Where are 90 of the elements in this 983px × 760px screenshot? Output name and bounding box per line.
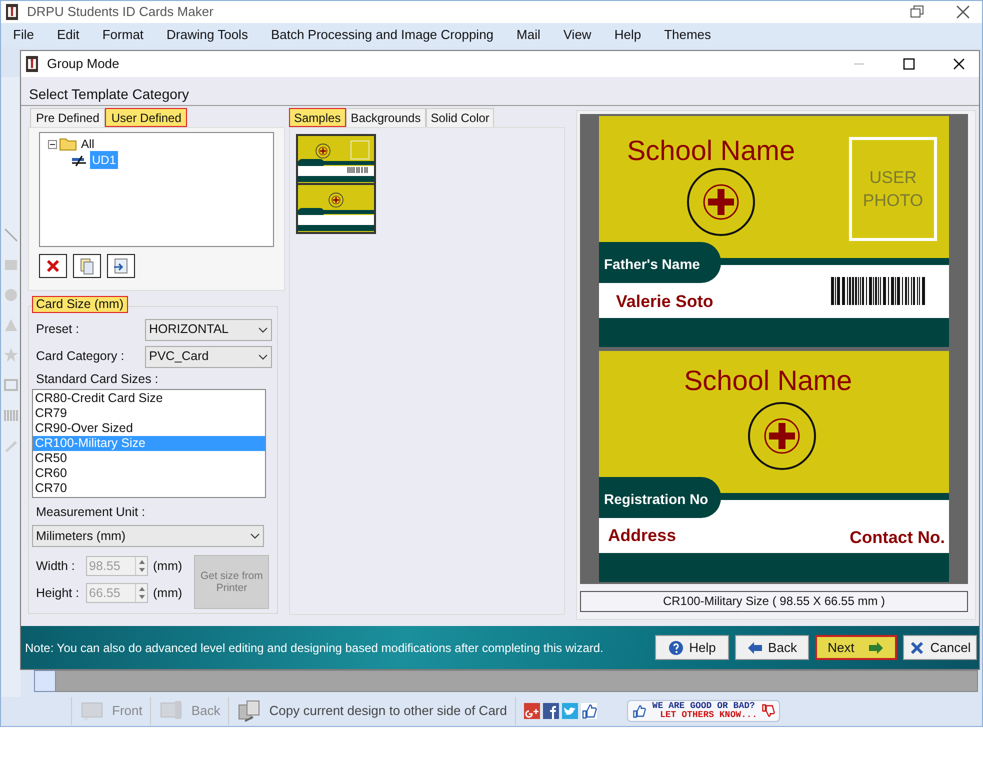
- chevron-down-icon: [250, 533, 260, 539]
- cross-logo-icon: [747, 401, 817, 471]
- card-design-icon: [70, 153, 88, 167]
- export-button[interactable]: [107, 254, 135, 278]
- menu-item[interactable]: Batch Processing and Image Cropping: [270, 25, 494, 45]
- next-button[interactable]: Next: [815, 635, 897, 660]
- cancel-button[interactable]: Cancel: [903, 635, 977, 660]
- menu-item[interactable]: Help: [614, 25, 642, 45]
- menu-item[interactable]: File: [13, 25, 34, 45]
- field-label: Width :: [36, 558, 76, 575]
- dialog-title: Group Mode: [47, 55, 120, 74]
- student-name: Valerie Soto: [616, 291, 714, 313]
- menu-item[interactable]: Mail: [516, 25, 540, 45]
- field-label: Preset :: [36, 321, 80, 338]
- chevron-down-icon: [258, 354, 268, 360]
- template-thumbnail[interactable]: [296, 134, 376, 234]
- menu-item[interactable]: Drawing Tools: [166, 25, 248, 45]
- card-field-label: Registration No: [604, 490, 708, 509]
- close-icon: [909, 640, 926, 656]
- school-name: School Name: [627, 134, 796, 168]
- cross-logo-icon: [686, 167, 756, 237]
- field-label: Measurement Unit :: [36, 504, 146, 519]
- close-icon[interactable]: [956, 5, 970, 19]
- spinner-icon: [135, 557, 147, 575]
- collapse-icon[interactable]: [48, 140, 57, 148]
- dropdown[interactable]: HORIZONTAL: [145, 318, 272, 340]
- section-heading: Select Template Category: [28, 85, 190, 104]
- field-label: Standard Card Sizes :: [36, 371, 160, 387]
- dialog-icon: [25, 56, 39, 72]
- dropdown[interactable]: Milimeters (mm): [32, 525, 264, 547]
- menu-item[interactable]: Themes: [664, 25, 712, 45]
- delete-icon: [44, 257, 62, 275]
- category-tab[interactable]: Pre Defined: [30, 108, 106, 127]
- template-tab[interactable]: Backgrounds: [346, 108, 426, 127]
- list-item[interactable]: CR79: [33, 406, 265, 421]
- spinner-icon: [135, 584, 147, 602]
- contact-label: Contact No.: [850, 527, 945, 549]
- back-button[interactable]: Back: [735, 635, 809, 660]
- maximize-icon[interactable]: [903, 58, 915, 70]
- list-item[interactable]: CR70: [33, 481, 265, 496]
- copy-cards-icon: [237, 699, 262, 723]
- copy-button[interactable]: [73, 254, 101, 278]
- google-plus-icon[interactable]: [524, 703, 540, 719]
- note-text: Note: You can also do advanced level editing and designing based modifications after completing this wizard.: [25, 640, 604, 656]
- feedback-button[interactable]: WE ARE GOOD OR BAD? LET OTHERS KNOW...: [627, 700, 780, 722]
- list-item[interactable]: CR60: [33, 466, 265, 481]
- export-icon: [112, 257, 130, 275]
- group-title: Card Size (mm): [32, 296, 128, 313]
- help-button[interactable]: Help: [655, 635, 729, 660]
- dropdown[interactable]: PVC_Card: [145, 346, 272, 368]
- like-icon[interactable]: [581, 703, 597, 719]
- copy-side-button[interactable]: Copy current design to other side of Card: [228, 697, 515, 725]
- school-name: School Name: [684, 364, 852, 398]
- menu-item[interactable]: View: [563, 25, 592, 45]
- thumbs-up-icon: [632, 704, 646, 718]
- unit-label: (mm): [153, 584, 182, 602]
- tree-item[interactable]: All: [79, 135, 96, 153]
- address-label: Address: [608, 525, 676, 547]
- card-size-caption: CR100-Military Size ( 98.55 X 66.55 mm ): [580, 591, 968, 612]
- close-icon[interactable]: [953, 58, 965, 70]
- list-item[interactable]: CR80-Credit Card Size: [33, 391, 265, 406]
- unit-label: (mm): [153, 558, 182, 575]
- field-label: Height :: [36, 584, 80, 602]
- delete-button[interactable]: [39, 254, 67, 278]
- star-tool-icon[interactable]: [3, 347, 19, 363]
- template-tab[interactable]: Samples: [289, 108, 346, 127]
- feedback-text: LET OTHERS KNOW...: [659, 711, 758, 720]
- chevron-down-icon: [258, 326, 268, 332]
- thumbs-down-icon: [761, 704, 776, 718]
- feedback-text: WE ARE GOOD OR BAD?: [651, 702, 756, 711]
- list-item[interactable]: CR50: [33, 451, 265, 466]
- card-field-label: Father's Name: [604, 255, 700, 274]
- restore-icon[interactable]: [908, 5, 924, 19]
- arrow-right-icon: [868, 640, 884, 656]
- copy-icon: [78, 257, 96, 275]
- page-thumbnail[interactable]: [34, 670, 56, 692]
- facebook-icon[interactable]: [543, 703, 559, 719]
- arrow-left-icon: [747, 640, 764, 656]
- window-title: DRPU Students ID Cards Maker: [27, 3, 214, 22]
- help-icon: [668, 640, 684, 656]
- menu-item[interactable]: Format: [102, 25, 144, 45]
- list-item[interactable]: CR90-Over Sized: [33, 421, 265, 436]
- menu-item[interactable]: Edit: [56, 25, 80, 45]
- folder-icon: [59, 137, 77, 151]
- photo-placeholder-text: USER PHOTO: [862, 167, 924, 212]
- template-tab[interactable]: Solid Color: [426, 108, 494, 127]
- field-label: Card Category :: [36, 348, 124, 366]
- category-tab[interactable]: User Defined: [105, 108, 188, 127]
- app-icon: [5, 4, 19, 20]
- card-size-list[interactable]: CR80-Credit Card Size CR79 CR90-Over Sized CR100-Military Size CR50 CR60 CR70: [32, 389, 266, 498]
